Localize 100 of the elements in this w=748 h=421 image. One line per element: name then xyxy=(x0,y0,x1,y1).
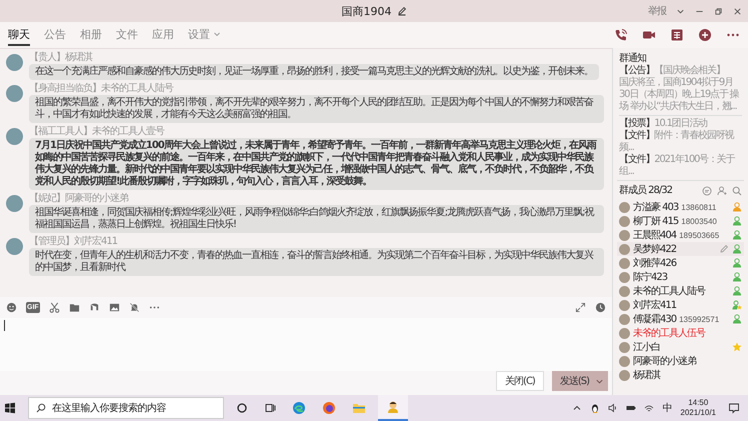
member-phone: 18003540 xyxy=(681,216,717,226)
member-row[interactable]: 杨珺淇 xyxy=(617,368,744,382)
emoji-icon[interactable] xyxy=(6,302,17,313)
message-input[interactable] xyxy=(0,318,612,371)
member-name[interactable]: 江小白 xyxy=(633,340,660,354)
tab[interactable]: 聊天 xyxy=(8,24,30,46)
window-title: 国商1904 xyxy=(342,4,392,18)
folder-icon[interactable] xyxy=(352,401,366,415)
notification-icon[interactable] xyxy=(728,402,740,414)
image-icon[interactable] xyxy=(108,302,120,313)
member-name[interactable]: 未爷的工具人陆号 xyxy=(633,284,705,298)
add-circle-icon[interactable] xyxy=(698,28,712,42)
avatar[interactable] xyxy=(6,54,23,71)
member-name[interactable]: 陈宁423 xyxy=(633,270,668,284)
phone-icon[interactable] xyxy=(614,28,628,42)
music-note-icon[interactable] xyxy=(88,302,100,313)
taskbar-search-field[interactable]: 在这里输入你要搜索的内容 xyxy=(28,397,224,419)
notice-item[interactable]: 【文件】附件：青春校园呀视频... xyxy=(619,130,742,154)
taskbar-app-button[interactable] xyxy=(378,395,408,421)
notice-item[interactable]: 【公告】【国庆晚会相关】 国庆将至，国商1904拟于9月30日（本周四）晚上19点于 操场 举办以“共庆伟大生日，翘... xyxy=(619,65,742,113)
send-button[interactable]: 发送(S) xyxy=(552,371,608,391)
section-title: 群通知 xyxy=(619,52,647,64)
avatar[interactable] xyxy=(6,128,23,145)
caret-icon xyxy=(213,30,221,38)
member-row[interactable]: 柳丁妍 415 18003540 xyxy=(617,214,744,228)
clock-icon[interactable] xyxy=(595,302,606,313)
windows-logo-icon[interactable] xyxy=(4,402,16,414)
admin-icon xyxy=(732,300,742,310)
message-bubble: 7月1日庆祝中国共产党成立100周年大会上曾说过，未来属于青年，希望寄予青年。一百年前，一群新青年高举马克思主义理论火炬，在风雨如晦的中国苦苦探寻民族复兴的前途。一百年来，在中国共产党的旗帜下，一代代中国青年把青春奋斗融入党和人民事业，成为实现中华民族伟大复兴的先锋力量。新时代的中国青年要以实现中华民族伟大复兴为己任，增强做中国人的志气、骨气、底气，不负时代，不负韶华，不负党和人民的殷切期望!此番殷切嘱咐，字字如珠玑，句句入心，言言入耳，深受鼓舞。 xyxy=(29,138,604,190)
member-row[interactable]: 阿豪哥的小迷弟 xyxy=(617,354,744,368)
member-name[interactable]: 杨珺淇 xyxy=(633,368,660,382)
sender-name: 【福工工具人】未爷的工具人壹号 xyxy=(29,126,164,138)
member-name[interactable]: 王晨熙404 xyxy=(633,228,676,242)
browser-icon[interactable] xyxy=(292,401,306,415)
message-bubble: 祖国的繁荣昌盛，离不开伟大的党指引带领，离不开先辈的艰辛努力，离不开每个人民的团结互助。正是因为每个中国人的不懈努力和艰苦奋斗，中国才有如此快速的发展，才能有今天这么美丽富强的祖国。 xyxy=(29,95,604,123)
person-icon xyxy=(732,244,742,254)
notice-item[interactable]: 【文件】2021年100号：关于组... xyxy=(619,154,742,178)
person-icon xyxy=(732,314,742,324)
expand-icon[interactable] xyxy=(575,302,586,313)
avatar[interactable] xyxy=(6,85,23,102)
member-row[interactable]: 未爷的工具人陆号 xyxy=(617,284,744,298)
sender-name: 【贵人】杨珺淇 xyxy=(29,52,92,64)
scissors-icon[interactable] xyxy=(48,302,60,313)
search-icon[interactable] xyxy=(732,186,742,196)
message-bubble: 祖国华诞喜相逢，同贺国庆福相传;辉煌华彩业兴旺，风雨争程似锦华;白鸽烟火齐绽放，红旗飘扬振华夏;龙腾虎跃喜气扬，我心激昂万里飘;祝福祖国国运昌，蒸蒸日上创辉煌。祝祖国生日快乐! xyxy=(29,205,604,233)
input-method-indicator[interactable]: 中 xyxy=(662,401,672,415)
member-name[interactable]: 方溢豪 403 xyxy=(633,200,678,214)
member-row[interactable]: 刘雅萍426 xyxy=(617,256,744,270)
member-name[interactable]: 未爷的工具人伍号 xyxy=(633,326,705,340)
clock[interactable]: 14:50 2021/10/1 xyxy=(680,398,716,418)
message-bubble: 在这一个充满庄严感和自豪感的伟大历史时刻，见证一场厚重，昂扬的胜利，接受一篇马克思主义的光辉文献的洗礼。以史为鉴，开创未来。 xyxy=(29,64,599,80)
restore-icon[interactable] xyxy=(714,6,723,16)
person-icon xyxy=(732,258,742,268)
close-button[interactable]: 关闭(C) xyxy=(496,371,544,391)
close-icon[interactable] xyxy=(733,6,742,16)
chat-bubble-icon[interactable] xyxy=(702,186,712,196)
penguin-icon[interactable] xyxy=(590,403,600,413)
sender-name: 【妮妃】阿豪哥的小迷弟 xyxy=(29,193,128,205)
person-icon xyxy=(732,216,742,226)
section-title: 群成员 28/32 xyxy=(619,184,672,197)
avatar[interactable] xyxy=(6,195,23,212)
member-row[interactable]: 王晨熙404 189503665 xyxy=(617,228,744,242)
sender-name: 【身高担当临负】未爷的工具人陆号 xyxy=(29,83,173,95)
circle-icon[interactable] xyxy=(236,402,248,414)
member-row[interactable]: 方溢豪 403 13860811 xyxy=(617,200,744,214)
member-name[interactable]: 阿豪哥的小迷弟 xyxy=(633,354,696,368)
member-name[interactable]: 傅凝霜430 xyxy=(633,312,676,326)
member-row[interactable]: 江小白 xyxy=(617,340,744,354)
sender-name: 【管理员】刘芹宏411 xyxy=(29,236,118,248)
member-name[interactable]: 吴梦婷422 xyxy=(633,242,676,256)
member-row[interactable]: 刘芹宏411 xyxy=(617,298,744,312)
owner-icon xyxy=(732,202,742,212)
message-bubble: 时代在变，但青年人的生机和活力不变，青春的热血一直相连，奋斗的誓言始终相通。为实现第二个百年奋斗目标，为实现中华民族伟大复兴的中国梦，且看新时代 xyxy=(29,248,604,276)
person-icon xyxy=(732,230,742,240)
folder-icon[interactable] xyxy=(68,302,80,313)
task-view-icon[interactable] xyxy=(264,402,276,414)
person-icon xyxy=(732,286,742,296)
wifi-icon[interactable] xyxy=(644,403,654,413)
cartoon-avatar-icon xyxy=(386,400,400,414)
volume-icon[interactable] xyxy=(608,403,618,413)
member-name[interactable]: 柳丁妍 415 xyxy=(633,214,678,228)
member-row[interactable]: 吴梦婷422 xyxy=(617,242,744,256)
classroom-icon[interactable] xyxy=(670,28,684,42)
bell-off-icon[interactable] xyxy=(128,302,140,313)
avatar[interactable] xyxy=(6,238,23,255)
member-name[interactable]: 刘雅萍426 xyxy=(633,256,676,270)
fox-browser-icon[interactable] xyxy=(322,401,336,415)
member-row[interactable]: 傅凝霜430 135992571 xyxy=(617,312,744,326)
member-phone: 13860811 xyxy=(681,202,716,212)
pencil-icon[interactable] xyxy=(396,6,406,16)
star-icon xyxy=(732,342,742,352)
battery-icon[interactable] xyxy=(626,403,636,413)
notice-item[interactable]: 【投票】10.1团日活动 xyxy=(619,115,742,130)
member-row[interactable]: 未爷的工具人伍号 xyxy=(617,326,744,340)
member-phone: 135992571 xyxy=(679,314,720,324)
member-row[interactable]: 陈宁423 xyxy=(617,270,744,284)
person-icon xyxy=(732,272,742,282)
add-person-icon[interactable] xyxy=(717,186,727,196)
member-phone: 189503665 xyxy=(679,230,720,240)
member-name[interactable]: 刘芹宏411 xyxy=(633,298,676,312)
